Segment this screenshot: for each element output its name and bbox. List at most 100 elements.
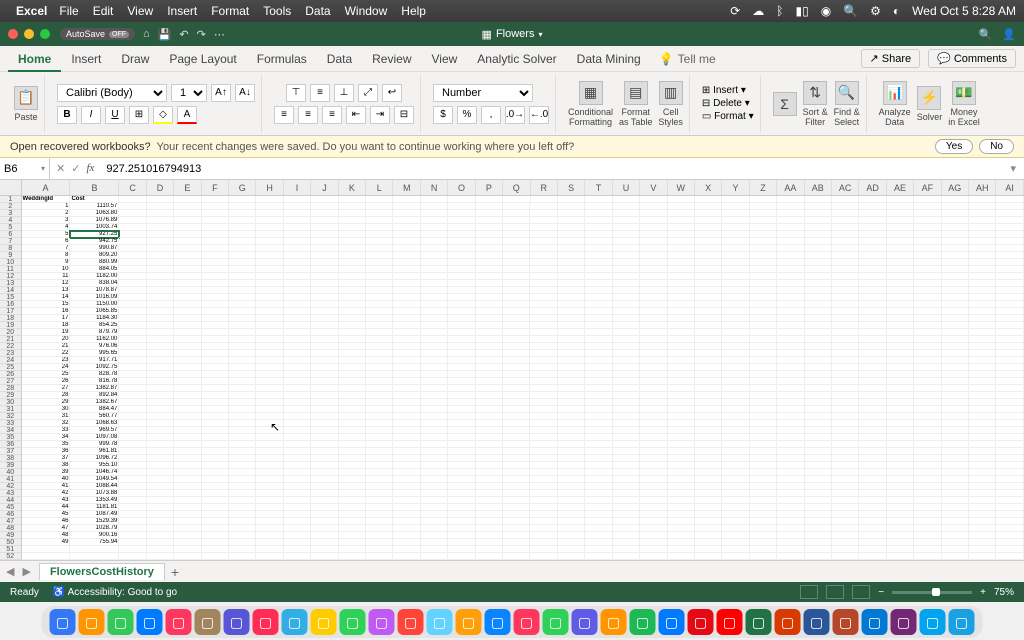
cell[interactable] [202, 420, 229, 427]
cell[interactable] [805, 273, 832, 280]
cell[interactable] [503, 539, 530, 546]
cell[interactable] [503, 385, 530, 392]
cell[interactable] [859, 252, 886, 259]
cell[interactable] [887, 238, 914, 245]
row-header[interactable]: 22 [0, 343, 22, 350]
cell[interactable] [969, 553, 996, 560]
cell[interactable] [229, 308, 256, 315]
cell[interactable] [668, 497, 695, 504]
wifi-icon[interactable]: ◉ [821, 4, 831, 18]
cell[interactable] [393, 434, 420, 441]
cell[interactable] [887, 504, 914, 511]
cell[interactable] [750, 532, 777, 539]
cell[interactable] [311, 378, 338, 385]
dock-app-26[interactable]: ▢ [804, 609, 830, 635]
cell[interactable] [887, 546, 914, 553]
cell[interactable] [668, 455, 695, 462]
column-header[interactable]: AH [969, 180, 996, 195]
cell[interactable] [229, 280, 256, 287]
cell[interactable] [503, 546, 530, 553]
cell[interactable] [284, 336, 311, 343]
cell[interactable] [914, 504, 941, 511]
cell[interactable] [421, 378, 448, 385]
row-header[interactable]: 8 [0, 245, 22, 252]
cell[interactable] [695, 476, 722, 483]
cell[interactable] [750, 343, 777, 350]
cell[interactable]: 47 [22, 525, 71, 532]
cell[interactable] [174, 364, 201, 371]
cell[interactable] [284, 280, 311, 287]
cell[interactable] [750, 420, 777, 427]
cell[interactable] [914, 336, 941, 343]
cell[interactable] [640, 539, 667, 546]
cell[interactable] [640, 336, 667, 343]
cell[interactable] [366, 294, 393, 301]
cell[interactable] [832, 343, 859, 350]
cell[interactable] [722, 441, 749, 448]
cell[interactable] [476, 196, 503, 203]
cell[interactable] [448, 399, 475, 406]
cell[interactable] [311, 497, 338, 504]
cell[interactable] [859, 224, 886, 231]
cell[interactable] [585, 406, 612, 413]
cell[interactable] [832, 308, 859, 315]
cell[interactable] [777, 385, 804, 392]
cell[interactable] [530, 532, 557, 539]
cell[interactable] [339, 483, 366, 490]
cell[interactable] [421, 441, 448, 448]
cell[interactable] [503, 476, 530, 483]
cell[interactable] [558, 406, 585, 413]
cell[interactable] [859, 532, 886, 539]
cell[interactable] [996, 483, 1023, 490]
cell[interactable] [942, 420, 969, 427]
cell[interactable] [750, 364, 777, 371]
cell[interactable] [339, 392, 366, 399]
cell[interactable] [722, 280, 749, 287]
orientation-button[interactable]: ⤢ [358, 84, 378, 102]
cell[interactable] [476, 455, 503, 462]
cell[interactable] [805, 385, 832, 392]
cell[interactable] [640, 427, 667, 434]
cell[interactable] [70, 546, 119, 553]
cell[interactable] [750, 371, 777, 378]
cell[interactable] [640, 280, 667, 287]
cell[interactable] [284, 497, 311, 504]
cell[interactable] [448, 455, 475, 462]
cell[interactable] [284, 231, 311, 238]
cell[interactable] [640, 203, 667, 210]
cell[interactable] [750, 476, 777, 483]
cell[interactable]: 42 [22, 490, 71, 497]
cell[interactable] [393, 420, 420, 427]
cell[interactable] [393, 231, 420, 238]
cell[interactable] [393, 399, 420, 406]
cell[interactable]: 1181.81 [70, 504, 119, 511]
cell[interactable] [695, 525, 722, 532]
cell[interactable] [558, 413, 585, 420]
cell[interactable] [722, 455, 749, 462]
cell[interactable] [859, 245, 886, 252]
cell[interactable] [174, 455, 201, 462]
cell[interactable] [147, 504, 174, 511]
cell[interactable] [996, 252, 1023, 259]
cell[interactable] [476, 259, 503, 266]
cell[interactable] [448, 315, 475, 322]
cell[interactable] [256, 392, 283, 399]
cell[interactable] [859, 266, 886, 273]
cell[interactable] [640, 399, 667, 406]
cell[interactable] [339, 259, 366, 266]
cell[interactable] [668, 413, 695, 420]
cell[interactable] [476, 203, 503, 210]
cell[interactable] [859, 203, 886, 210]
cell[interactable]: 17 [22, 315, 71, 322]
cell[interactable] [942, 336, 969, 343]
row-header[interactable]: 47 [0, 518, 22, 525]
cell[interactable] [668, 532, 695, 539]
cell[interactable] [887, 364, 914, 371]
cell[interactable] [722, 266, 749, 273]
cell[interactable] [421, 532, 448, 539]
cell[interactable] [174, 343, 201, 350]
cell[interactable] [256, 357, 283, 364]
cell[interactable] [613, 252, 640, 259]
cell[interactable] [256, 294, 283, 301]
cell[interactable] [284, 238, 311, 245]
